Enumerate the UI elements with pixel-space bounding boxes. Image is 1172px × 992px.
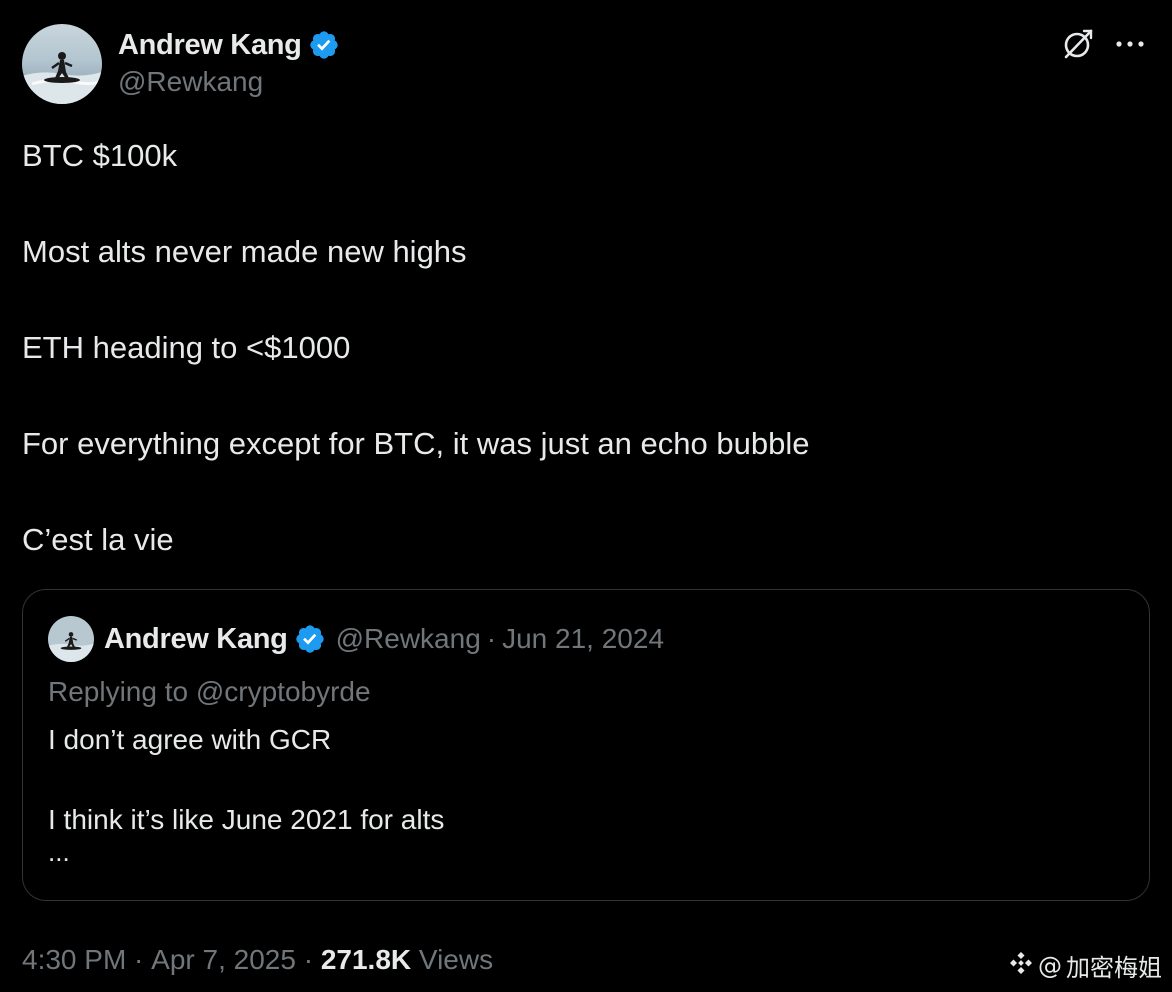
author-handle[interactable]: @Rewkang — [118, 66, 340, 98]
tweet-line: Most alts never made new highs — [22, 234, 467, 269]
tweet-line: BTC $100k — [22, 138, 178, 173]
tweet-line-break — [22, 180, 1150, 228]
quoted-author-handle: @Rewkang — [335, 623, 481, 654]
quoted-tweet-line: I don’t agree with GCR — [48, 724, 332, 755]
verified-badge-icon — [294, 623, 326, 655]
tweet-line: ETH heading to <$1000 — [22, 330, 351, 365]
replying-to-label: Replying to @cryptobyrde — [48, 676, 371, 707]
grok-icon[interactable] — [1058, 24, 1098, 64]
watermark-text: 加密梅姐 — [1066, 954, 1162, 982]
tweet-header: Andrew Kang @Rewkang — [22, 24, 1150, 104]
quoted-tweet-card[interactable]: Andrew Kang @Rewkang · Jun 21, 2024 Repl… — [22, 589, 1150, 901]
tweet-line: For everything except for BTC, it was ju… — [22, 426, 810, 461]
quoted-tweet-ellipsis: ... — [48, 837, 70, 867]
author-name-row: Andrew Kang — [118, 26, 340, 64]
quoted-tweet-line: I think it’s like June 2021 for alts — [48, 804, 445, 835]
quoted-tweet-date: Jun 21, 2024 — [502, 623, 665, 654]
watermark-at: @ — [1038, 951, 1062, 980]
separator-dot: · — [126, 944, 152, 975]
views-count[interactable]: 271.8K — [321, 944, 411, 976]
separator-dot: · — [486, 623, 497, 654]
tweet-date[interactable]: Apr 7, 2025 — [151, 944, 296, 976]
tweet-time[interactable]: 4:30 PM — [22, 944, 126, 976]
author-display-name[interactable]: Andrew Kang — [118, 29, 302, 62]
watermark: @ 加密梅姐 — [1009, 948, 1162, 983]
tweet-line-break — [22, 276, 1150, 324]
author-name-block: Andrew Kang @Rewkang — [118, 26, 340, 98]
more-horizontal-icon[interactable] — [1110, 24, 1150, 64]
tweet-line-break — [22, 468, 1150, 516]
quoted-tweet-text: I don’t agree with GCR I think it’s like… — [48, 720, 445, 867]
binance-logo-icon — [1009, 951, 1033, 980]
quoted-tweet-line-break — [48, 760, 444, 800]
quoted-tweet-header: Andrew Kang @Rewkang · Jun 21, 2024 — [48, 616, 664, 662]
tweet-line-break — [22, 372, 1150, 420]
tweet-line: C’est la vie — [22, 522, 174, 557]
separator-dot: · — [295, 944, 321, 975]
author-avatar[interactable] — [22, 24, 102, 104]
quoted-author-display-name: Andrew Kang — [104, 622, 288, 655]
tweet-text: BTC $100k Most alts never made new highs… — [22, 132, 1150, 564]
views-label: Views — [411, 944, 494, 975]
quoted-author-avatar — [48, 616, 94, 662]
verified-badge-icon — [308, 29, 340, 61]
tweet-meta: 4:30 PM · Apr 7, 2025 · 271.8K Views — [22, 940, 493, 980]
